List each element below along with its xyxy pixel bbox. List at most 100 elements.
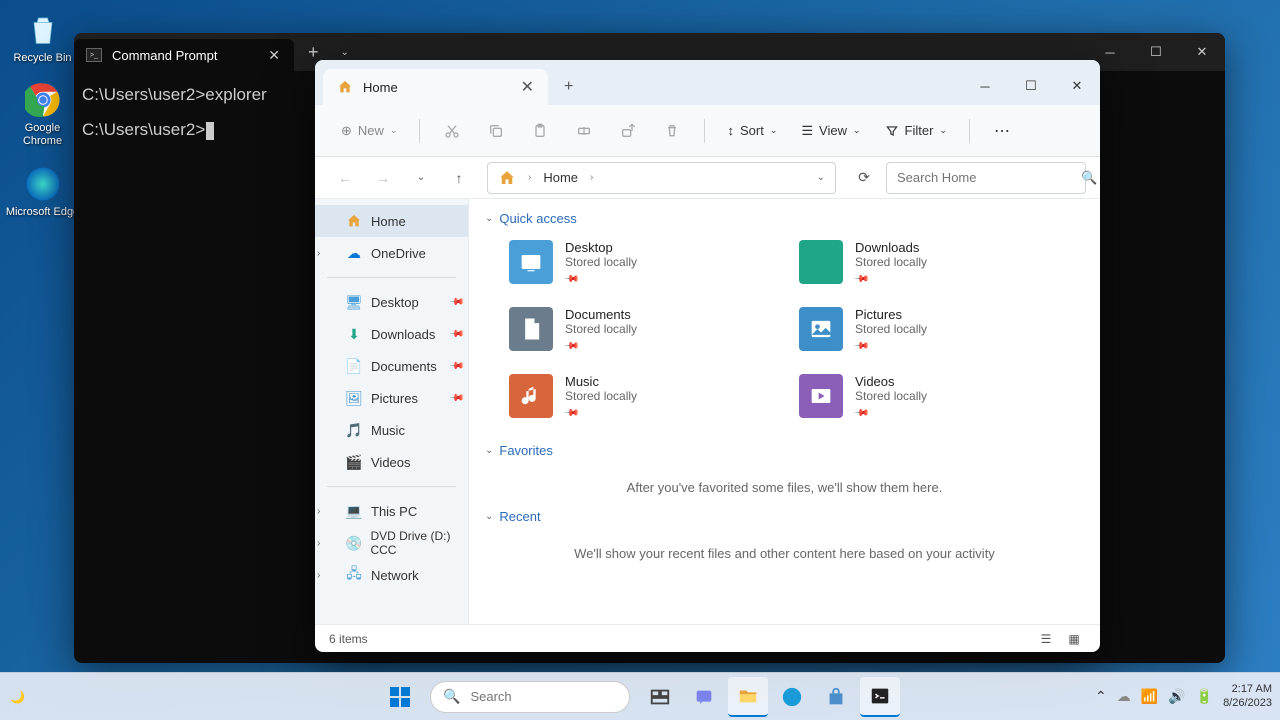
taskbar-edge[interactable] (772, 677, 812, 717)
chevron-down-icon: ⌄ (485, 213, 493, 224)
desktop-icon: 🖥 (345, 293, 363, 311)
expand-icon[interactable]: › (317, 570, 320, 581)
taskbar-search-input[interactable] (470, 689, 646, 704)
videos-icon: 🎬 (345, 453, 363, 471)
battery-icon[interactable]: 🔋 (1196, 688, 1213, 705)
sidebar-item-thispc[interactable]: › 💻 This PC (315, 495, 468, 527)
address-dropdown-button[interactable]: ⌄ (817, 172, 825, 183)
breadcrumb-home[interactable]: Home (543, 170, 578, 185)
expand-icon[interactable]: › (317, 538, 320, 549)
copy-button[interactable] (478, 113, 514, 149)
expand-icon[interactable]: › (317, 248, 320, 259)
explorer-minimize-button[interactable]: ─ (962, 67, 1008, 105)
search-box[interactable]: 🔍 (886, 162, 1086, 194)
plus-circle-icon: ⊕ (341, 123, 352, 139)
thumbnails-view-button[interactable]: ▦ (1062, 629, 1086, 649)
refresh-button[interactable]: ⟳ (848, 162, 880, 194)
quick-item-desktop[interactable]: Desktop Stored locally 📌 (503, 234, 773, 293)
forward-button[interactable]: → (367, 162, 399, 194)
tray-overflow-button[interactable]: ⌃ (1095, 688, 1107, 705)
address-bar[interactable]: › Home › ⌄ (487, 162, 836, 194)
taskbar-explorer[interactable] (728, 677, 768, 717)
explorer-maximize-button[interactable]: ☐ (1008, 67, 1054, 105)
new-button[interactable]: ⊕ New ⌄ (333, 119, 405, 143)
edge-icon (23, 164, 63, 204)
explorer-new-tab-button[interactable]: + (548, 69, 589, 105)
onedrive-tray-icon[interactable]: ☁ (1117, 688, 1131, 705)
network-icon: 🖧 (345, 566, 363, 584)
clock[interactable]: 2:17 AM 8/26/2023 (1223, 683, 1272, 709)
quick-access-grid: Desktop Stored locally 📌 Downloads Store… (503, 234, 1084, 427)
desktop-icon-edge[interactable]: Microsoft Edge (5, 164, 80, 219)
rename-button[interactable] (566, 113, 602, 149)
pin-icon: 📌 (447, 294, 464, 311)
delete-button[interactable] (654, 113, 690, 149)
quick-item-documents[interactable]: Documents Stored locally 📌 (503, 301, 773, 360)
wifi-icon[interactable]: 📶 (1141, 688, 1158, 705)
recent-empty-message: We'll show your recent files and other c… (485, 532, 1084, 575)
cmd-maximize-button[interactable]: ☐ (1133, 33, 1179, 71)
more-button[interactable]: ⋯ (984, 113, 1020, 149)
taskbar-chat[interactable] (684, 677, 724, 717)
sidebar-item-dvd[interactable]: › 💿 DVD Drive (D:) CCC (315, 527, 468, 559)
section-recent[interactable]: ⌄ Recent (485, 509, 1084, 524)
view-button[interactable]: ☰ View ⌄ (793, 119, 868, 143)
explorer-toolbar: ⊕ New ⌄ ↕ Sort ⌄ ☰ View ⌄ Filter ⌄ ⋯ (315, 105, 1100, 157)
sidebar-item-videos[interactable]: 🎬 Videos (315, 446, 468, 478)
disc-icon: 💿 (345, 534, 362, 552)
section-favorites[interactable]: ⌄ Favorites (485, 443, 1084, 458)
cut-button[interactable] (434, 113, 470, 149)
chevron-right-icon: › (528, 172, 531, 183)
explorer-tab-close-button[interactable]: ✕ (517, 77, 538, 97)
section-quick-access[interactable]: ⌄ Quick access (485, 211, 1084, 226)
paste-button[interactable] (522, 113, 558, 149)
quick-item-pictures[interactable]: Pictures Stored locally 📌 (793, 301, 1063, 360)
taskbar-store[interactable] (816, 677, 856, 717)
chrome-icon (23, 80, 63, 120)
cmd-close-button[interactable]: ✕ (1179, 33, 1225, 71)
folder-icon (509, 374, 553, 418)
cmd-tab[interactable]: >_ Command Prompt ✕ (74, 39, 294, 71)
taskbar-task-view[interactable] (640, 677, 680, 717)
quick-item-videos[interactable]: Videos Stored locally 📌 (793, 368, 1063, 427)
sidebar-item-network[interactable]: › 🖧 Network (315, 559, 468, 591)
cmd-tab-dropdown-button[interactable]: ⌄ (333, 47, 357, 58)
explorer-tab[interactable]: Home ✕ (323, 69, 548, 105)
sidebar-item-pictures[interactable]: 🖼 Pictures 📌 (315, 382, 468, 414)
desktop-icons: Recycle Bin Google Chrome Microsoft Edge (5, 10, 80, 234)
music-icon: 🎵 (345, 421, 363, 439)
share-button[interactable] (610, 113, 646, 149)
details-view-button[interactable]: ☰ (1034, 629, 1058, 649)
cmd-tab-close-button[interactable]: ✕ (264, 47, 284, 64)
explorer-close-button[interactable]: ✕ (1054, 67, 1100, 105)
sidebar-item-onedrive[interactable]: › ☁ OneDrive (315, 237, 468, 269)
taskbar-terminal[interactable] (860, 677, 900, 717)
folder-icon (509, 240, 553, 284)
start-button[interactable] (380, 677, 420, 717)
up-button[interactable]: ↑ (443, 162, 475, 194)
search-input[interactable] (897, 170, 1073, 185)
sort-button[interactable]: ↕ Sort ⌄ (719, 119, 785, 142)
sidebar-item-music[interactable]: 🎵 Music (315, 414, 468, 446)
quick-item-music[interactable]: Music Stored locally 📌 (503, 368, 773, 427)
sidebar-item-home[interactable]: Home (315, 205, 468, 237)
desktop-icon-chrome[interactable]: Google Chrome (5, 80, 80, 148)
sidebar-item-documents[interactable]: 📄 Documents 📌 (315, 350, 468, 382)
sidebar-item-desktop[interactable]: 🖥 Desktop 📌 (315, 286, 468, 318)
volume-icon[interactable]: 🔊 (1168, 688, 1185, 705)
explorer-tab-title: Home (363, 80, 517, 95)
filter-button[interactable]: Filter ⌄ (877, 119, 955, 142)
desktop-icon-recycle-bin[interactable]: Recycle Bin (5, 10, 80, 65)
weather-widget[interactable]: 🌙 (10, 690, 25, 704)
recent-locations-button[interactable]: ⌄ (405, 162, 437, 194)
navigation-pane: Home › ☁ OneDrive 🖥 Desktop 📌 ⬇ Download… (315, 199, 469, 624)
weather-icon: 🌙 (10, 690, 25, 704)
taskbar-search[interactable]: 🔍 (430, 681, 630, 713)
back-button[interactable]: ← (329, 162, 361, 194)
sidebar-item-downloads[interactable]: ⬇ Downloads 📌 (315, 318, 468, 350)
explorer-titlebar[interactable]: Home ✕ + ─ ☐ ✕ (315, 60, 1100, 105)
expand-icon[interactable]: › (317, 506, 320, 517)
chevron-down-icon: ⌄ (853, 125, 861, 136)
quick-item-downloads[interactable]: Downloads Stored locally 📌 (793, 234, 1063, 293)
favorites-empty-message: After you've favorited some files, we'll… (485, 466, 1084, 509)
